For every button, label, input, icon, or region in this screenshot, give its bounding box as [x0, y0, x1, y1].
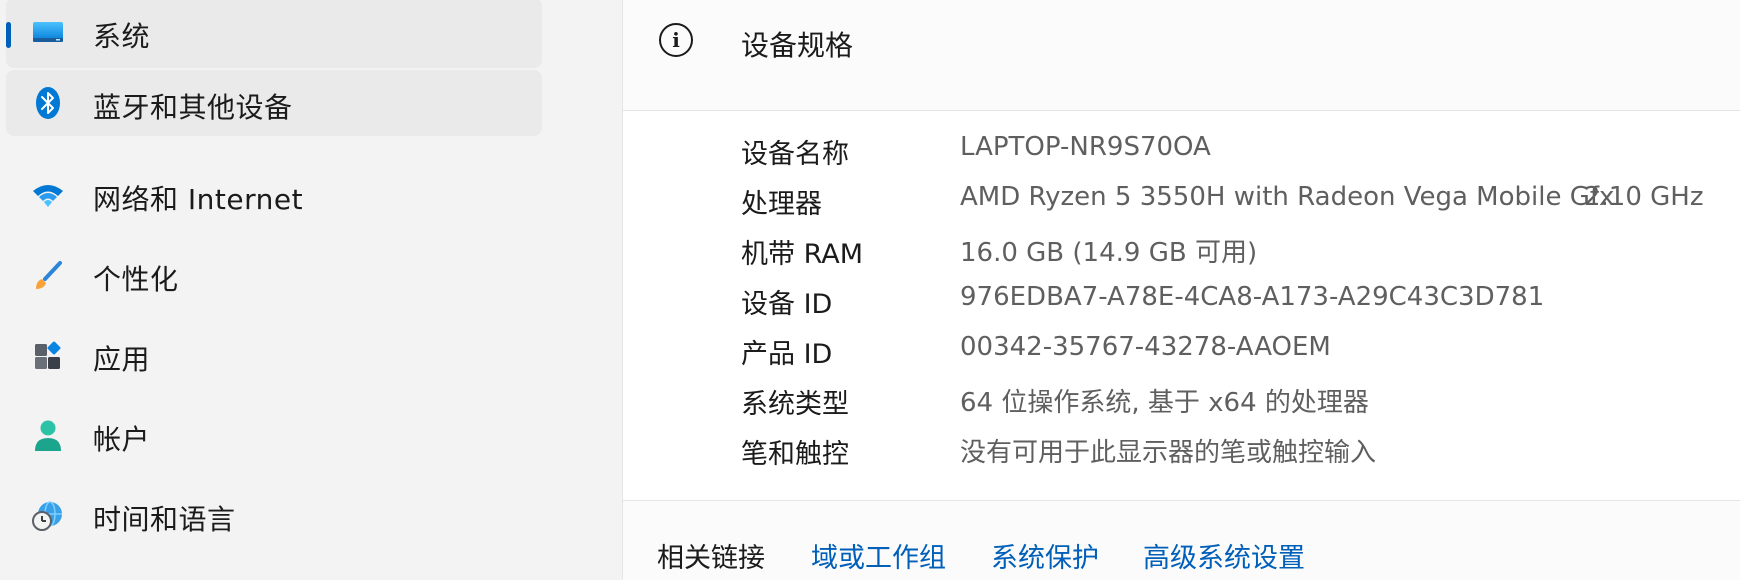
spec-value: 00342-35767-43278-AAOEM — [960, 332, 1331, 362]
link-domain-workgroup[interactable]: 域或工作组 — [811, 536, 946, 575]
sidebar-item-label: 时间和语言 — [93, 503, 236, 536]
sidebar-item-personalization[interactable]: 个性化 — [6, 241, 542, 311]
spec-row-ram: 机带 RAM 16.0 GB (14.9 GB 可用) — [741, 232, 1740, 272]
sidebar: 系统 蓝牙和其他设备 网络和 Internet 个性化 应用 帐户 时间和语言 — [0, 0, 622, 579]
sidebar-item-label: 网络和 Internet — [93, 183, 304, 216]
spec-value: LAPTOP-NR9S70OA — [960, 132, 1211, 162]
spec-value: 没有可用于此显示器的笔或触控输入 — [960, 438, 1377, 468]
sidebar-item-time-language[interactable]: 时间和语言 — [6, 481, 542, 551]
spec-row-processor: 处理器 AMD Ryzen 5 3550H with Radeon Vega M… — [741, 182, 1740, 222]
sidebar-item-accounts[interactable]: 帐户 — [6, 401, 542, 471]
spec-row-device-name: 设备名称 LAPTOP-NR9S70OA — [741, 132, 1740, 172]
sidebar-item-label: 应用 — [93, 343, 151, 376]
spec-value: AMD Ryzen 5 3550H with Radeon Vega Mobil… — [960, 182, 1615, 212]
spec-key: 设备 ID — [741, 289, 833, 320]
apps-icon — [30, 338, 66, 374]
sidebar-item-system[interactable]: 系统 — [6, 0, 542, 68]
spec-key: 设备名称 — [741, 139, 849, 170]
sidebar-item-label: 蓝牙和其他设备 — [93, 91, 293, 124]
bluetooth-icon — [30, 85, 66, 121]
globe-clock-icon — [30, 498, 66, 534]
sidebar-item-bluetooth[interactable]: 蓝牙和其他设备 — [6, 70, 542, 136]
related-links-bar: 相关链接 域或工作组 系统保护 高级系统设置 — [623, 500, 1740, 580]
spec-key: 机带 RAM — [741, 239, 864, 270]
monitor-icon — [30, 15, 66, 51]
link-system-protection[interactable]: 系统保护 — [991, 536, 1099, 575]
page-title: 设备规格 — [741, 29, 854, 62]
spec-key: 产品 ID — [741, 339, 833, 370]
spec-row-pen-touch: 笔和触控 没有可用于此显示器的笔或触控输入 — [741, 432, 1740, 472]
link-advanced-system-settings[interactable]: 高级系统设置 — [1143, 536, 1305, 575]
spec-value-frequency: 2.10 GHz — [1584, 182, 1704, 212]
paintbrush-icon — [30, 258, 66, 294]
spec-row-product-id: 产品 ID 00342-35767-43278-AAOEM — [741, 332, 1740, 372]
device-specs-panel: i 设备规格 设备名称 LAPTOP-NR9S70OA 处理器 AMD Ryze… — [622, 0, 1740, 580]
spec-value: 64 位操作系统, 基于 x64 的处理器 — [960, 388, 1369, 418]
info-icon: i — [659, 23, 693, 57]
device-specs-header[interactable]: i 设备规格 — [623, 0, 1740, 111]
sidebar-item-label: 个性化 — [93, 263, 179, 296]
spec-key: 处理器 — [741, 189, 822, 220]
spec-value: 976EDBA7-A78E-4CA8-A173-A29C43C3D781 — [960, 282, 1545, 312]
sidebar-item-apps[interactable]: 应用 — [6, 321, 542, 391]
wifi-icon — [30, 178, 66, 214]
selection-indicator — [6, 22, 11, 48]
sidebar-item-label: 系统 — [93, 20, 151, 53]
person-icon — [30, 418, 66, 454]
spec-key: 笔和触控 — [741, 439, 849, 470]
spec-key: 系统类型 — [741, 389, 849, 420]
spec-value: 16.0 GB (14.9 GB 可用) — [960, 238, 1258, 268]
spec-row-device-id: 设备 ID 976EDBA7-A78E-4CA8-A173-A29C43C3D7… — [741, 282, 1740, 322]
sidebar-item-network[interactable]: 网络和 Internet — [6, 161, 542, 231]
sidebar-item-label: 帐户 — [93, 423, 151, 456]
related-links-label: 相关链接 — [657, 543, 765, 574]
spec-row-system-type: 系统类型 64 位操作系统, 基于 x64 的处理器 — [741, 382, 1740, 422]
